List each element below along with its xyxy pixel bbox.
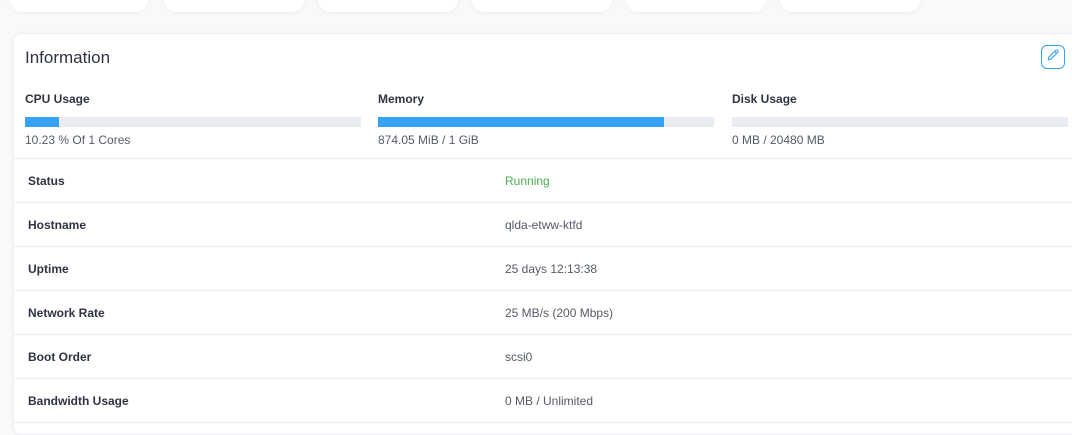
tab[interactable] <box>780 0 920 12</box>
row-label: Status <box>28 174 65 188</box>
status-badge: Running <box>505 174 550 188</box>
memory-usage-bar <box>378 117 714 127</box>
table-row-bandwidth-usage: Bandwidth Usage 0 MB / Unlimited <box>14 379 1072 423</box>
cpu-usage: CPU Usage 10.23 % Of 1 Cores <box>25 92 361 147</box>
cpu-usage-value: 10.23 % Of 1 Cores <box>25 133 131 147</box>
top-tab-bar <box>0 0 1072 14</box>
pencil-icon <box>1046 48 1060 67</box>
row-label: Uptime <box>28 262 69 276</box>
memory-usage-value: 874.05 MiB / 1 GiB <box>378 133 479 147</box>
table-row-hostname: Hostname qlda-etww-ktfd <box>14 203 1072 247</box>
memory-usage: Memory 874.05 MiB / 1 GiB <box>378 92 714 147</box>
cpu-usage-bar <box>25 117 361 127</box>
row-value: 25 days 12:13:38 <box>505 262 598 276</box>
information-card: Information CPU Usage 10.23 % Of 1 Cores… <box>13 33 1072 435</box>
cpu-usage-bar-fill <box>25 117 59 127</box>
tab[interactable] <box>10 0 148 12</box>
memory-usage-bar-fill <box>378 117 664 127</box>
tab[interactable] <box>472 0 612 12</box>
table-row-uptime: Uptime 25 days 12:13:38 <box>14 247 1072 291</box>
tab[interactable] <box>318 0 458 12</box>
memory-usage-label: Memory <box>378 92 425 106</box>
edit-button[interactable] <box>1041 45 1065 69</box>
row-label: Hostname <box>28 218 87 232</box>
row-value: 0 MB / Unlimited <box>505 394 594 408</box>
tab[interactable] <box>626 0 766 12</box>
row-label: Network Rate <box>28 306 105 320</box>
tab[interactable] <box>164 0 304 12</box>
disk-usage-value: 0 MB / 20480 MB <box>732 133 825 147</box>
row-value: scsi0 <box>505 350 533 364</box>
row-label: Bandwidth Usage <box>28 394 129 408</box>
row-label: Boot Order <box>28 350 92 364</box>
row-value: 25 MB/s (200 Mbps) <box>505 306 614 320</box>
table-row-network-rate: Network Rate 25 MB/s (200 Mbps) <box>14 291 1072 335</box>
disk-usage-label: Disk Usage <box>732 92 797 106</box>
card-title: Information <box>25 48 111 67</box>
cpu-usage-label: CPU Usage <box>25 92 90 106</box>
row-value: qlda-etww-ktfd <box>505 218 583 232</box>
disk-usage: Disk Usage 0 MB / 20480 MB <box>732 92 1068 147</box>
table-row-status: Status Running <box>14 159 1072 203</box>
details-table: Status Running Hostname qlda-etww-ktfd U… <box>14 158 1072 423</box>
table-row-boot-order: Boot Order scsi0 <box>14 335 1072 379</box>
disk-usage-bar <box>732 117 1068 127</box>
